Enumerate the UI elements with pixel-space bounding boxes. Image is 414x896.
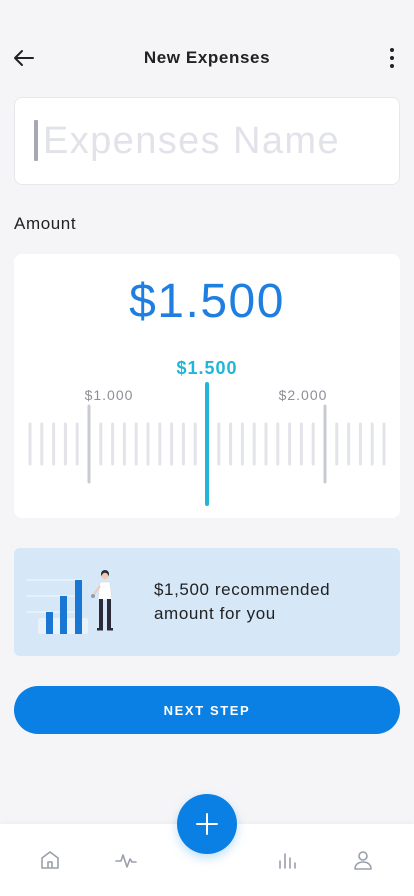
page-title: New Expenses bbox=[143, 48, 271, 67]
amount-label: Amount bbox=[14, 214, 77, 233]
more-options-button[interactable] bbox=[378, 44, 406, 72]
nav-activity[interactable] bbox=[112, 846, 140, 874]
user-icon bbox=[354, 851, 372, 870]
activity-icon bbox=[115, 854, 137, 868]
amount-card: $1.500 $1.500 $1.000 $2.000 bbox=[14, 254, 400, 518]
nav-home[interactable] bbox=[36, 846, 64, 874]
add-button[interactable] bbox=[177, 794, 237, 854]
plus-icon bbox=[196, 813, 218, 835]
more-vertical-icon bbox=[390, 48, 394, 68]
recommendation-text: $1,500 recommended amount for you bbox=[154, 580, 331, 623]
amount-slider-ruler[interactable] bbox=[14, 254, 400, 518]
nav-profile[interactable] bbox=[349, 846, 377, 874]
expense-name-field[interactable] bbox=[14, 97, 400, 185]
nav-statistics[interactable] bbox=[272, 846, 300, 874]
next-step-button[interactable]: NEXT STEP bbox=[14, 686, 400, 734]
bar-chart-icon bbox=[279, 853, 296, 869]
bar-chart-person-illustration bbox=[26, 570, 113, 634]
header: New Expenses bbox=[0, 32, 414, 84]
expense-name-input[interactable] bbox=[43, 116, 383, 166]
home-icon bbox=[41, 851, 59, 869]
recommendation-card: $1,500 recommended amount for you bbox=[14, 548, 400, 656]
text-caret bbox=[34, 120, 38, 161]
